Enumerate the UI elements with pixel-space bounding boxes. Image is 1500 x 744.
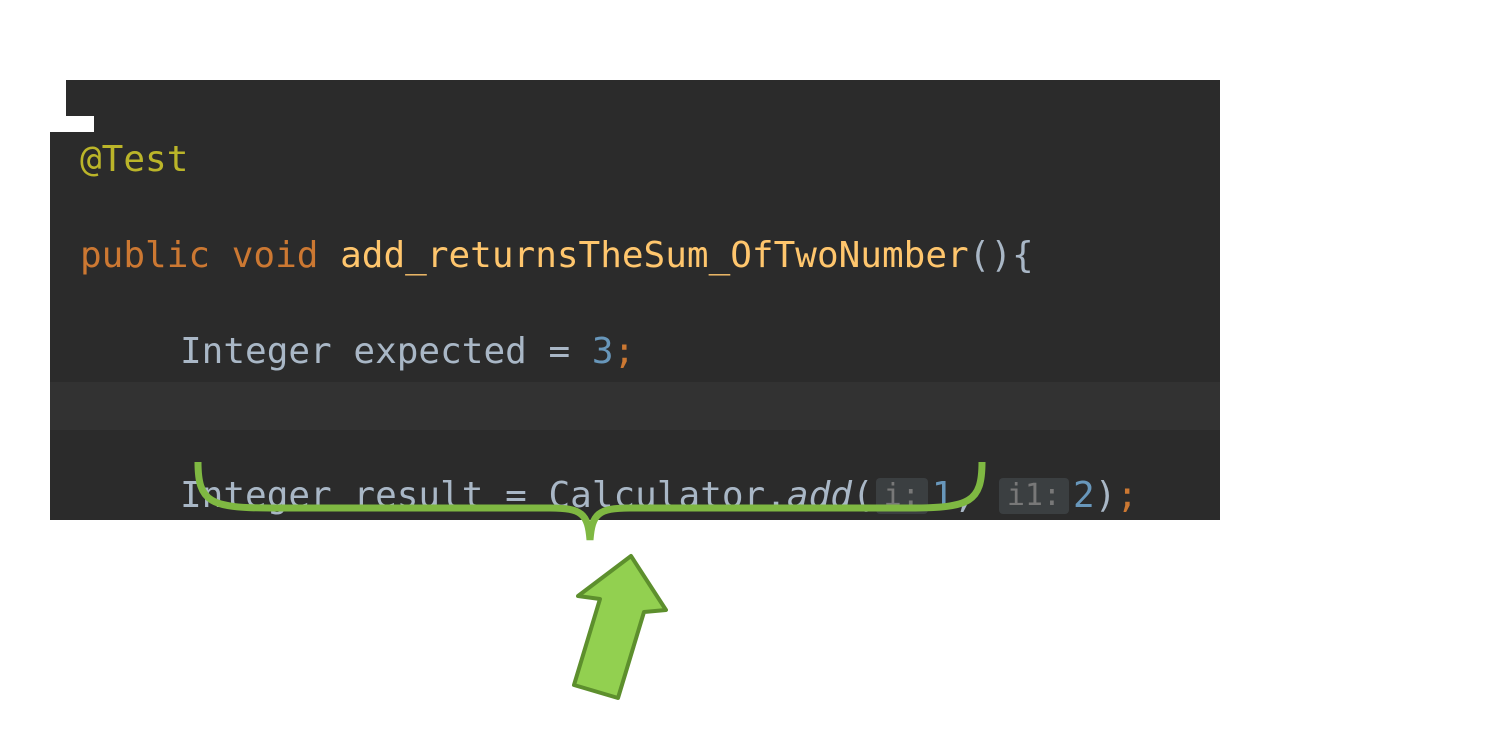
var-expected: expected — [353, 331, 526, 372]
keyword-public: public — [80, 235, 210, 276]
literal-3: 3 — [592, 331, 614, 372]
method-signature-open: (){ — [969, 235, 1034, 276]
keyword-void: void — [232, 235, 319, 276]
gutter-run-icon — [48, 72, 108, 142]
annotation-test: @Test — [80, 139, 188, 180]
annotation-brace-icon — [190, 462, 990, 552]
type-integer-1: Integer — [180, 331, 332, 372]
param-hint-i1: i1: — [999, 478, 1069, 514]
method-name: add_returnsTheSum_OfTwoNumber — [340, 235, 969, 276]
literal-2: 2 — [1073, 475, 1095, 516]
annotation-arrow-icon — [548, 548, 668, 718]
code-editor[interactable]: @Test public void add_returnsTheSum_OfTw… — [50, 80, 1220, 520]
